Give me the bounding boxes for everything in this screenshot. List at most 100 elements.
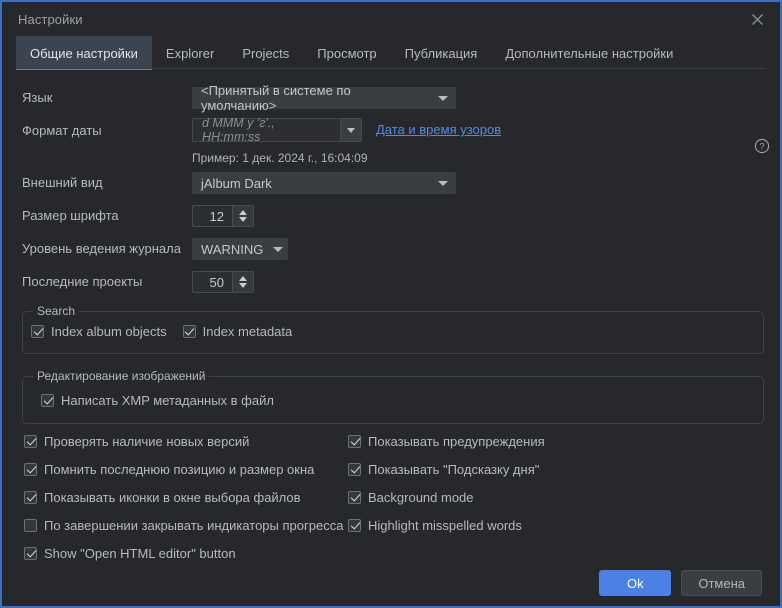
recent-projects-row: Последние проекты bbox=[22, 274, 142, 289]
font-size-row: Размер шрифта bbox=[22, 208, 119, 223]
tab-explorer[interactable]: Explorer bbox=[152, 36, 228, 70]
checkbox-label: Background mode bbox=[368, 490, 474, 505]
tab-label: Публикация bbox=[404, 45, 478, 61]
tab-label: Projects bbox=[242, 45, 290, 61]
image-editing-group: Редактирование изображений Написать XMP … bbox=[22, 369, 764, 424]
checkbox-write-xmp-metadata[interactable]: Написать XMP метаданных в файл bbox=[41, 393, 274, 408]
checkbox-show-warnings[interactable]: Показывать предупреждения bbox=[348, 434, 545, 449]
log-level-label: Уровень ведения журнала bbox=[22, 241, 181, 256]
svg-text:?: ? bbox=[759, 141, 764, 151]
tab-bar: Общие настройки Explorer Projects Просмо… bbox=[2, 36, 780, 72]
language-combo[interactable]: <Принятый в системе по умолчанию> bbox=[192, 83, 456, 113]
checkbox-label: Помнить последнюю позицию и размер окна bbox=[44, 462, 315, 477]
checkbox-box bbox=[348, 463, 361, 476]
checkbox-box bbox=[41, 394, 54, 407]
checkbox-index-metadata[interactable]: Index metadata bbox=[182, 324, 293, 339]
font-size-stepper[interactable]: 12 bbox=[192, 205, 254, 227]
checkbox-box bbox=[348, 491, 361, 504]
chevron-down-icon bbox=[438, 180, 448, 186]
chevron-down-icon bbox=[438, 95, 448, 101]
close-icon[interactable] bbox=[740, 5, 774, 33]
checkbox-show-icons-in-file-chooser[interactable]: Показывать иконки в окне выбора файлов bbox=[24, 490, 343, 505]
log-level-row: Уровень ведения журнала bbox=[22, 241, 181, 256]
settings-content: ? Язык <Принятый в системе по умолчанию>… bbox=[2, 70, 780, 606]
font-size-stepper-buttons[interactable] bbox=[232, 206, 253, 226]
settings-dialog: Настройки Общие настройки Explorer Proje… bbox=[0, 0, 782, 608]
chevron-down-icon bbox=[273, 246, 284, 252]
date-format-label: Формат даты bbox=[22, 123, 102, 138]
checkbox-background-mode[interactable]: Background mode bbox=[348, 490, 545, 505]
dialog-button-bar: Ok Отмена bbox=[599, 570, 762, 596]
checkbox-box bbox=[24, 491, 37, 504]
checkbox-label: Index album objects bbox=[51, 324, 167, 339]
tab-advanced-settings[interactable]: Дополнительные настройки bbox=[491, 36, 687, 70]
checkbox-box bbox=[348, 519, 361, 532]
chevron-down-icon bbox=[347, 127, 355, 133]
checkbox-box bbox=[31, 325, 44, 338]
look-and-feel-combo[interactable]: jAlbum Dark bbox=[192, 172, 456, 194]
date-format-input[interactable]: d MMM y 'г'., HH:mm:ss bbox=[192, 118, 340, 142]
window-title: Настройки bbox=[18, 11, 83, 27]
image-editing-group-title: Редактирование изображений bbox=[33, 369, 210, 383]
checkbox-box bbox=[182, 325, 196, 338]
date-time-patterns-link[interactable]: Дата и время узоров bbox=[376, 122, 501, 137]
options-right-column: Показывать предупреждения Показывать "По… bbox=[348, 434, 545, 533]
arrow-down-icon bbox=[239, 217, 247, 222]
recent-projects-stepper[interactable]: 50 bbox=[192, 271, 254, 293]
language-row: Язык bbox=[22, 90, 52, 105]
checkbox-check-for-new-versions[interactable]: Проверять наличие новых версий bbox=[24, 434, 343, 449]
tab-label: Общие настройки bbox=[30, 45, 138, 61]
checkbox-label: Показывать предупреждения bbox=[368, 434, 545, 449]
cancel-button[interactable]: Отмена bbox=[681, 570, 762, 596]
checkbox-label: Show "Open HTML editor" button bbox=[44, 546, 236, 561]
checkbox-close-progress-on-completion[interactable]: По завершении закрывать индикаторы прогр… bbox=[24, 518, 343, 533]
tab-general-settings[interactable]: Общие настройки bbox=[16, 36, 152, 72]
font-size-label: Размер шрифта bbox=[22, 208, 119, 223]
date-format-dropdown-button[interactable] bbox=[340, 118, 362, 142]
language-label: Язык bbox=[22, 90, 53, 105]
date-format-row: Формат даты bbox=[22, 123, 102, 138]
arrow-up-icon bbox=[239, 210, 247, 215]
search-group-title: Search bbox=[33, 304, 80, 318]
look-and-feel-label: Внешний вид bbox=[22, 175, 103, 190]
checkbox-index-album-objects[interactable]: Index album objects bbox=[31, 324, 167, 339]
arrow-up-icon bbox=[239, 276, 247, 281]
checkbox-label: Highlight misspelled words bbox=[368, 518, 522, 533]
title-bar: Настройки bbox=[2, 2, 780, 36]
tab-label: Explorer bbox=[165, 45, 215, 61]
log-level-combo[interactable]: WARNING bbox=[192, 238, 288, 260]
arrow-down-icon bbox=[239, 283, 247, 288]
tab-publishing[interactable]: Публикация bbox=[391, 36, 492, 70]
checkbox-box bbox=[24, 519, 37, 532]
log-level-combo-value: WARNING bbox=[201, 241, 264, 257]
checkbox-box bbox=[348, 435, 361, 448]
checkbox-remember-window-position[interactable]: Помнить последнюю позицию и размер окна bbox=[24, 462, 343, 477]
tab-label: Просмотр bbox=[317, 45, 377, 61]
checkbox-label: Index metadata bbox=[202, 324, 293, 339]
font-size-value[interactable]: 12 bbox=[193, 206, 232, 226]
checkbox-box bbox=[24, 463, 37, 476]
checkbox-label: Проверять наличие новых версий bbox=[44, 434, 250, 449]
checkbox-highlight-misspelled-words[interactable]: Highlight misspelled words bbox=[348, 518, 545, 533]
checkbox-label: По завершении закрывать индикаторы прогр… bbox=[44, 518, 344, 533]
look-and-feel-row: Внешний вид bbox=[22, 175, 103, 190]
checkbox-box bbox=[24, 547, 37, 560]
recent-projects-value[interactable]: 50 bbox=[193, 272, 232, 292]
recent-projects-label: Последние проекты bbox=[22, 274, 143, 289]
checkbox-show-open-html-editor-button[interactable]: Show "Open HTML editor" button bbox=[24, 546, 343, 561]
tab-projects[interactable]: Projects bbox=[228, 36, 303, 70]
checkbox-label: Показывать "Подсказку дня" bbox=[368, 462, 540, 477]
ok-button[interactable]: Ok bbox=[599, 570, 672, 596]
checkbox-label: Написать XMP метаданных в файл bbox=[61, 393, 274, 408]
date-format-combo[interactable]: d MMM y 'г'., HH:mm:ss bbox=[192, 118, 362, 142]
tab-preview[interactable]: Просмотр bbox=[303, 36, 390, 70]
language-combo-value: <Принятый в системе по умолчанию> bbox=[201, 83, 351, 113]
checkbox-box bbox=[24, 435, 37, 448]
checkbox-show-tip-of-the-day[interactable]: Показывать "Подсказку дня" bbox=[348, 462, 545, 477]
date-format-example: Пример: 1 дек. 2024 г., 16:04:09 bbox=[192, 151, 368, 165]
search-group: Search Index album objects Index metadat… bbox=[22, 304, 764, 354]
checkbox-label: Показывать иконки в окне выбора файлов bbox=[44, 490, 301, 505]
options-left-column: Проверять наличие новых версий Помнить п… bbox=[24, 434, 343, 561]
help-circle-icon[interactable]: ? bbox=[754, 138, 770, 154]
recent-projects-stepper-buttons[interactable] bbox=[232, 272, 253, 292]
